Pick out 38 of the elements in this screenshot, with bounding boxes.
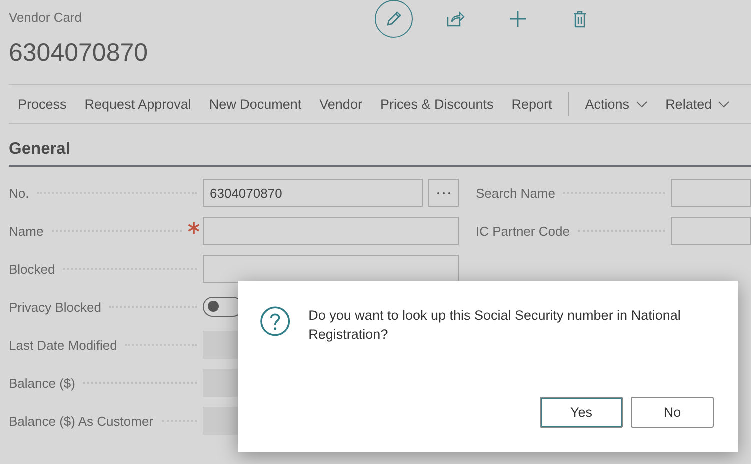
action-button[interactable]: New Document (200, 96, 311, 112)
field-label: Balance ($) As Customer (9, 414, 154, 428)
action-button[interactable]: Vendor (310, 96, 372, 112)
chevron-down-icon (636, 100, 648, 108)
section-title: General (9, 140, 751, 167)
share-icon (447, 11, 465, 27)
field-label: Balance ($) (9, 376, 76, 390)
input-field[interactable] (671, 179, 751, 207)
chevron-down-icon (718, 100, 730, 108)
field-label: No. (9, 186, 30, 200)
field-label: Last Date Modified (9, 338, 118, 352)
field-label: Name (9, 224, 44, 238)
plus-icon (509, 10, 527, 28)
action-button[interactable]: Process (9, 96, 76, 112)
input-field[interactable] (203, 255, 459, 283)
input-field[interactable] (203, 217, 459, 245)
input-field[interactable] (671, 217, 751, 245)
field-label: IC Partner Code (476, 224, 570, 238)
page-caption: Vendor Card (9, 10, 83, 25)
pencil-icon (385, 10, 403, 28)
menu-button[interactable]: Actions (576, 96, 657, 112)
action-button[interactable]: Request Approval (76, 96, 200, 112)
action-button[interactable]: Prices & Discounts (371, 96, 503, 112)
trash-icon (573, 10, 587, 28)
lookup-button[interactable] (428, 179, 459, 207)
question-icon (260, 306, 291, 337)
input-field[interactable]: 6304070870 (203, 179, 423, 207)
field-label: Blocked (9, 262, 56, 276)
field-label: Privacy Blocked (9, 300, 102, 314)
edit-button[interactable] (375, 0, 413, 38)
ellipsis-icon (436, 192, 450, 194)
dialog-button[interactable]: Yes (540, 397, 623, 428)
dialog-message: Do you want to look up this Social Security number in National Registration? (308, 307, 682, 344)
dialog-button[interactable]: No (631, 397, 714, 428)
record-title: 6304070870 (9, 39, 150, 68)
action-button[interactable]: Report (502, 96, 562, 112)
menu-button[interactable]: Related (656, 96, 740, 112)
field-label: Search Name (476, 186, 556, 200)
